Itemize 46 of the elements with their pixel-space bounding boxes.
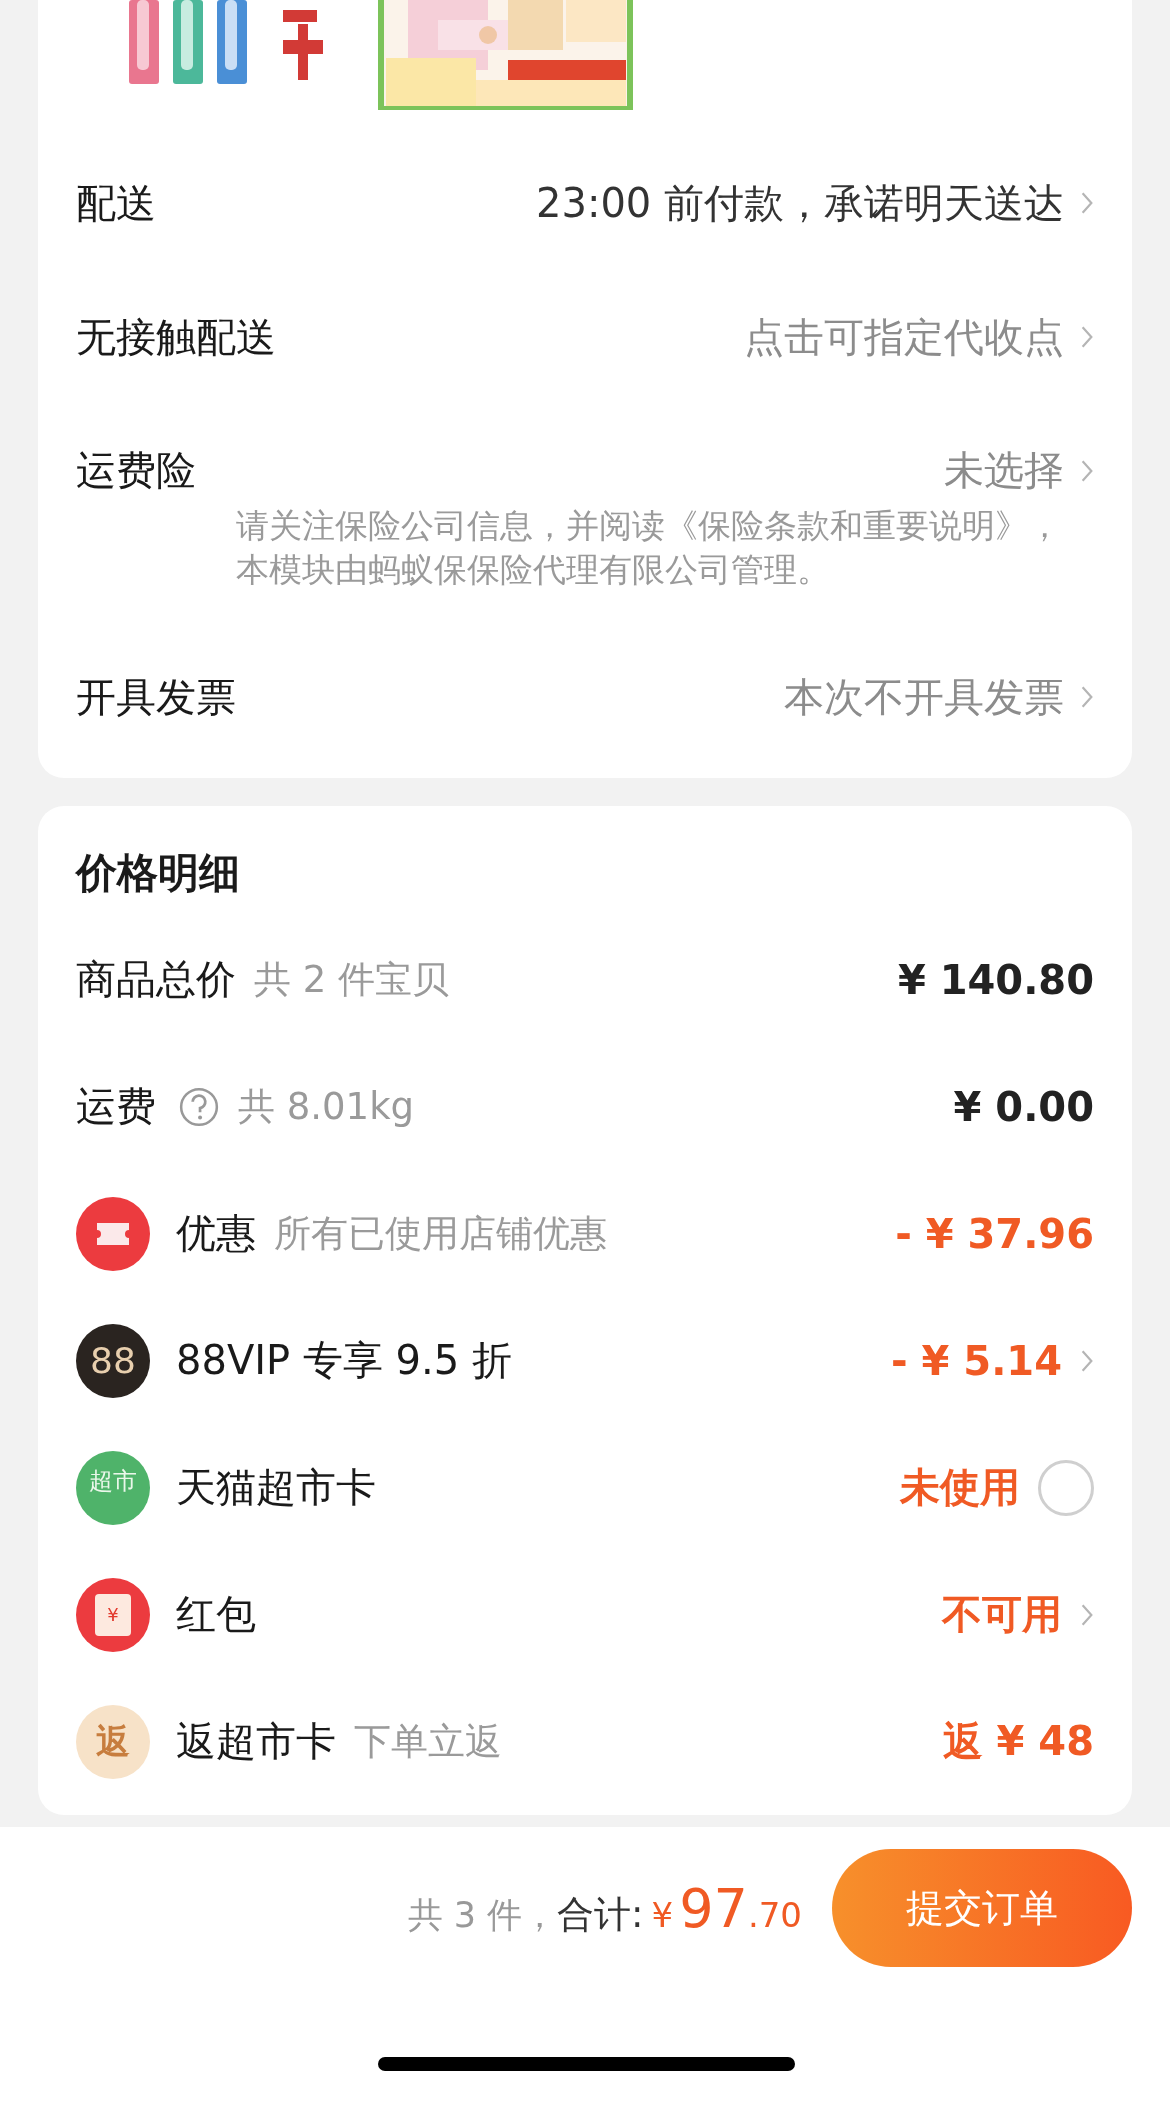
option-label: 配送 (76, 178, 156, 228)
price-label: 返超市卡 (176, 1717, 336, 1766)
price-value: - ¥ 37.96 (895, 1210, 1094, 1257)
option-label: 开具发票 (76, 672, 236, 722)
total-amount: 97 (679, 1876, 748, 1940)
radio-button[interactable] (1038, 1459, 1094, 1516)
price-note: 共 2 件宝贝 (254, 956, 450, 1003)
total-decimal: .70 (747, 1894, 802, 1935)
price-value: - ¥ 5.14 (891, 1337, 1062, 1384)
supermarket-badge: 超市 (76, 1450, 150, 1525)
price-label: 88VIP 专享 9.5 折 (176, 1336, 512, 1385)
price-value: ¥ 140.80 (897, 956, 1094, 1003)
price-value: ¥ 0.00 (953, 1083, 1094, 1130)
chevron-icon (1080, 458, 1094, 483)
section-title: 价格明细 (76, 848, 241, 899)
price-value: 返 ¥ 48 (942, 1717, 1094, 1766)
chevron-icon[interactable] (1080, 1602, 1094, 1627)
option-label: 无接触配送 (76, 312, 276, 362)
insurance-note: 请关注保险公司信息，并阅读《保险条款和重要说明》，本模块由蚂蚁保保险代理有限公司管理。 (236, 505, 1062, 591)
chevron-icon (1080, 191, 1094, 215)
envelope-icon: ¥ (76, 1577, 150, 1652)
option-value[interactable]: 未选择 (944, 443, 1064, 498)
vip-badge: 88 (76, 1323, 150, 1398)
price-label: 运费 (76, 1082, 156, 1131)
price-label: 天猫超市卡 (176, 1463, 376, 1512)
price-label: 优惠 (176, 1209, 256, 1258)
total-label: 合计: (557, 1891, 644, 1938)
price-label: 商品总价 (76, 955, 236, 1004)
price-note: 所有已使用店铺优惠 (274, 1210, 607, 1257)
price-label: 红包 (176, 1590, 256, 1639)
price-value: 不可用 (942, 1590, 1062, 1639)
price-value: 未使用 (900, 1463, 1020, 1512)
price-note: 共 8.01kg (238, 1083, 415, 1130)
chevron-icon[interactable] (1080, 1348, 1094, 1373)
option-value[interactable]: 点击可指定代收点 (744, 309, 1064, 365)
option-label: 运费险 (76, 446, 196, 495)
item-count: 共 3 件， (407, 1893, 558, 1937)
price-note: 下单立返 (354, 1718, 502, 1765)
currency-symbol: ¥ (651, 1894, 674, 1935)
option-value[interactable]: 23:00 前付款，承诺明天送达 (536, 175, 1064, 231)
option-value[interactable]: 本次不开具发票 (784, 669, 1064, 725)
chevron-icon (1080, 325, 1094, 349)
chevron-icon (1080, 685, 1094, 709)
rebate-badge: 返 (76, 1704, 150, 1779)
submit-order-button[interactable]: 提交订单 (832, 1849, 1132, 1967)
help-icon[interactable] (178, 1085, 220, 1128)
